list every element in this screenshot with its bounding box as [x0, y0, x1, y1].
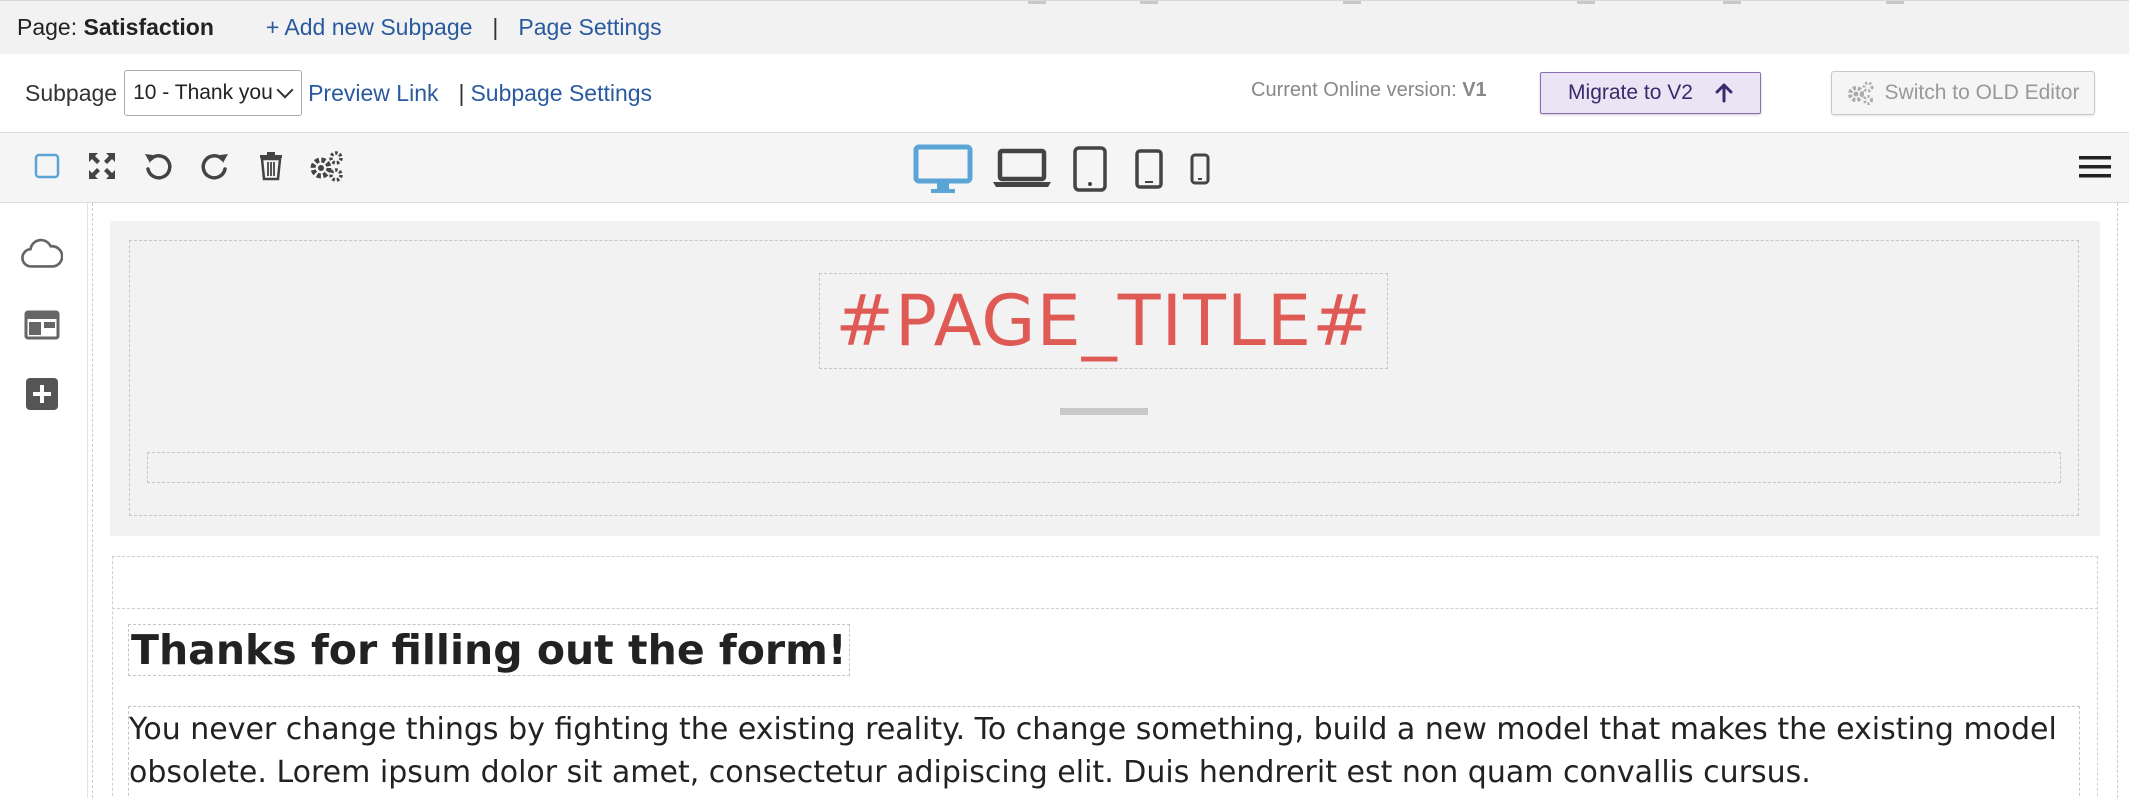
switch-old-editor-label: Switch to OLD Editor	[1884, 81, 2080, 104]
preview-link[interactable]: Preview Link	[308, 80, 438, 107]
trash-icon[interactable]	[253, 148, 289, 184]
page-name: Satisfaction	[83, 14, 214, 40]
add-subpage-link[interactable]: + Add new Subpage	[266, 14, 473, 41]
empty-drop-slot[interactable]	[147, 452, 2061, 483]
left-sidebar	[0, 203, 88, 798]
section-divider	[112, 608, 2098, 609]
thanks-heading[interactable]: Thanks for filling out the form!	[128, 624, 850, 676]
top-tick	[1343, 1, 1361, 4]
subpage-bar: Subpage 10 - Thank you Preview Link | Su…	[0, 54, 2129, 133]
layout-icon[interactable]	[21, 304, 63, 346]
desktop-icon[interactable]	[913, 143, 973, 195]
online-version-value: V1	[1462, 79, 1487, 101]
hamburger-menu-icon[interactable]	[2077, 149, 2113, 185]
online-version-text: Current Online version:	[1251, 79, 1457, 101]
page-name-label: Page: Satisfaction	[17, 14, 214, 41]
page-bar: Page: Satisfaction + Add new Subpage | P…	[0, 0, 2129, 54]
subpage-select[interactable]: 10 - Thank you	[124, 70, 303, 116]
phone-icon[interactable]	[1187, 150, 1213, 188]
arrow-up-icon	[1715, 83, 1733, 103]
body-text[interactable]: You never change things by fighting the …	[128, 706, 2080, 798]
select-all-icon[interactable]	[29, 148, 65, 184]
subpage-label: Subpage	[25, 79, 118, 106]
separator: |	[492, 14, 499, 40]
top-tick	[1723, 1, 1741, 4]
fullscreen-icon[interactable]	[84, 148, 120, 184]
page-settings-link[interactable]: Page Settings	[518, 14, 661, 41]
top-tick	[1028, 1, 1046, 4]
settings-icon[interactable]	[309, 148, 345, 184]
page-title-placeholder[interactable]: #PAGE_TITLE#	[819, 273, 1388, 369]
top-tick	[1886, 1, 1904, 4]
tablet-small-icon[interactable]	[1133, 146, 1165, 192]
top-tick	[1577, 1, 1595, 4]
subpage-select-value: 10 - Thank you	[133, 81, 273, 104]
divider-handle[interactable]	[1060, 408, 1148, 415]
add-block-icon[interactable]	[21, 373, 63, 415]
undo-icon[interactable]	[140, 148, 176, 184]
subpage-settings-link[interactable]: Subpage Settings	[470, 80, 652, 107]
editor-toolbar	[0, 133, 2129, 203]
page-prefix: Page:	[17, 14, 78, 40]
chevron-down-icon	[276, 81, 294, 99]
online-version-label: Current Online version: V1	[1251, 79, 1487, 102]
redo-icon[interactable]	[197, 148, 233, 184]
tablet-icon[interactable]	[1072, 143, 1108, 195]
cloud-icon[interactable]	[21, 233, 63, 275]
migrate-button-label: Migrate to V2	[1568, 81, 1693, 104]
laptop-icon[interactable]	[992, 145, 1052, 191]
separator: |	[458, 79, 465, 106]
switch-old-editor-button[interactable]: Switch to OLD Editor	[1831, 71, 2095, 115]
migrate-button[interactable]: Migrate to V2	[1540, 72, 1761, 114]
gears-icon	[1847, 81, 1874, 105]
top-tick	[1140, 1, 1158, 4]
